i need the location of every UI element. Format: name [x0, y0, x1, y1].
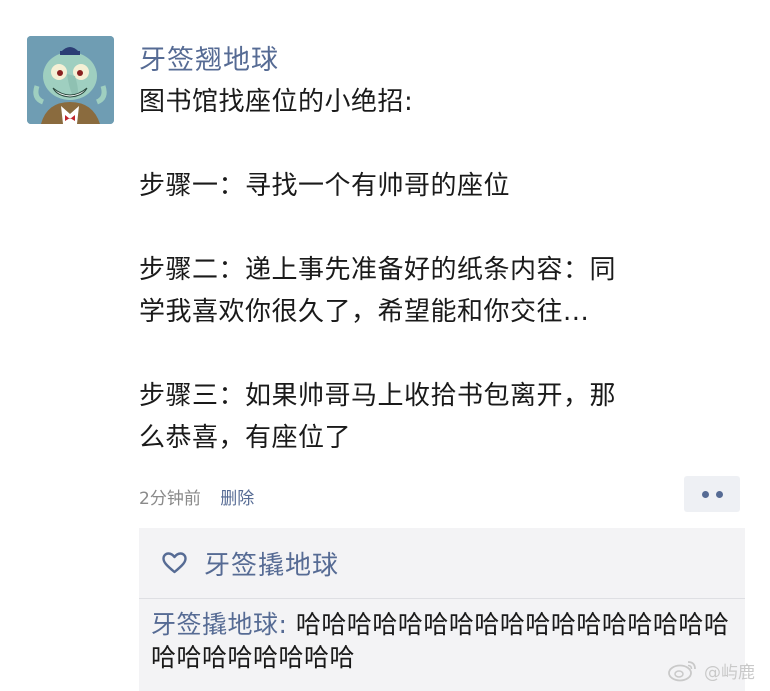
- post-author-name[interactable]: 牙签翘地球: [139, 38, 279, 77]
- post-meta: 2分钟前 删除: [139, 484, 254, 509]
- likes-row: 牙签撬地球: [139, 528, 745, 599]
- dot-icon: [715, 490, 723, 498]
- heart-icon: [162, 552, 187, 574]
- watermark: @屿鹿: [668, 657, 755, 683]
- delete-button[interactable]: 删除: [220, 489, 254, 509]
- post-step-1: 步骤一：寻找一个有帅哥的座位: [139, 171, 511, 201]
- post-step-2-line-2: 学我喜欢你很久了，希望能和你交往...: [139, 297, 590, 327]
- comment-author[interactable]: 牙签撬地球:: [151, 610, 287, 639]
- more-options-button[interactable]: [684, 476, 740, 512]
- watermark-text: @屿鹿: [704, 662, 755, 683]
- post-content: 图书馆找座位的小绝招: 步骤一：寻找一个有帅哥的座位 步骤二：递上事先准备好的纸…: [139, 81, 739, 459]
- comment-item[interactable]: 牙签撬地球: 哈哈哈哈哈哈哈哈哈哈哈哈哈哈哈哈哈哈哈哈哈哈哈哈哈: [151, 608, 741, 674]
- post-timestamp: 2分钟前: [139, 489, 201, 509]
- post-step-2-line-1: 步骤二：递上事先准备好的纸条内容：同: [139, 255, 617, 285]
- weibo-icon: [668, 661, 696, 682]
- post-step-3-line-1: 步骤三：如果帅哥马上收拾书包离开，那: [139, 381, 617, 411]
- like-user-name[interactable]: 牙签撬地球: [204, 545, 339, 582]
- avatar[interactable]: [27, 36, 114, 124]
- post-title: 图书馆找座位的小绝招:: [139, 87, 414, 117]
- dot-icon: [701, 490, 709, 498]
- post-step-3-line-2: 么恭喜，有座位了: [139, 423, 352, 453]
- squidward-avatar-icon: [27, 36, 114, 124]
- interaction-panel: 牙签撬地球 牙签撬地球: 哈哈哈哈哈哈哈哈哈哈哈哈哈哈哈哈哈哈哈哈哈哈哈哈哈: [139, 528, 745, 691]
